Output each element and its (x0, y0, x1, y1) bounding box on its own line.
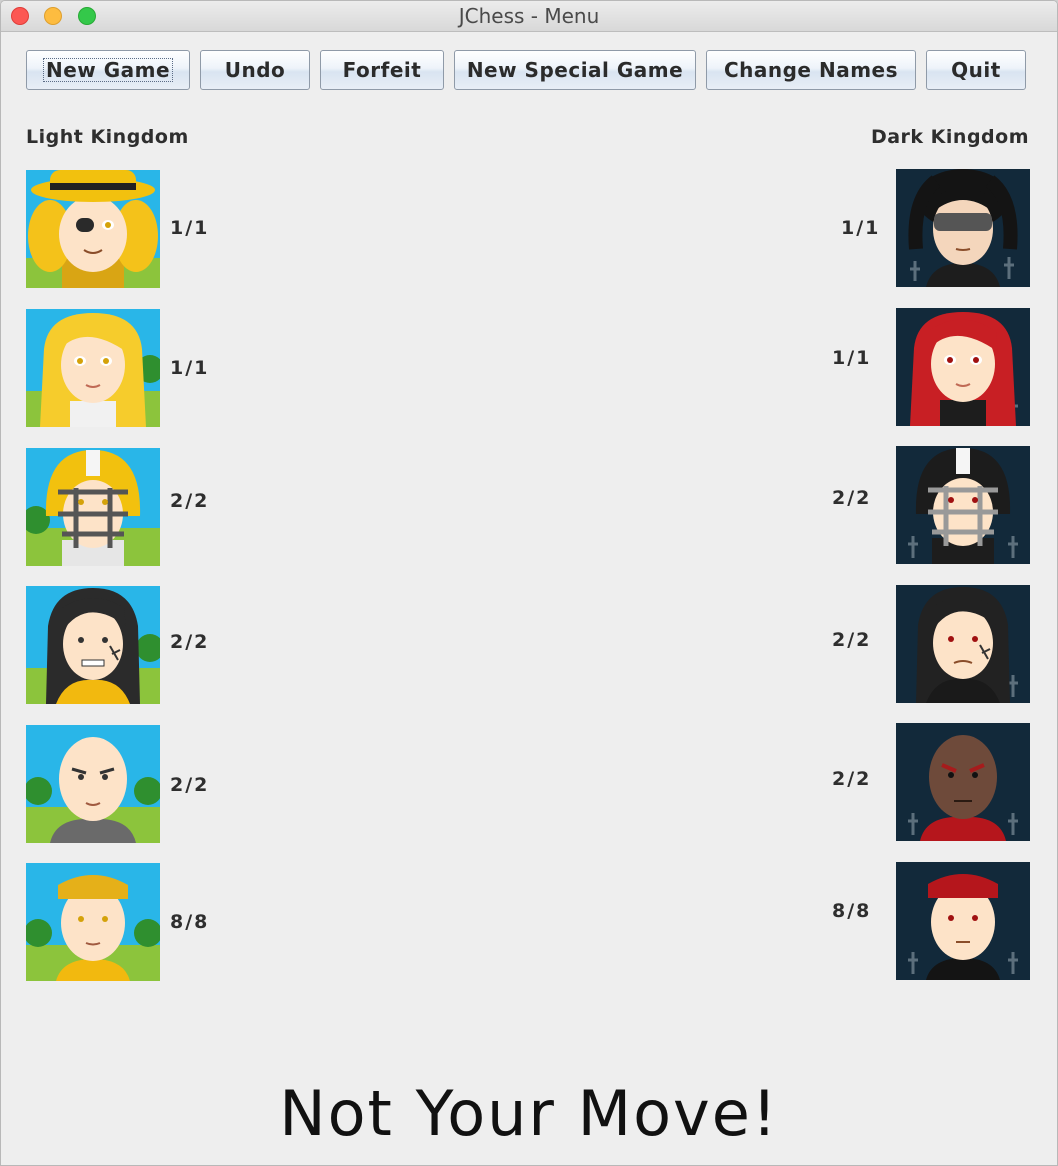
dark-king-avatar (896, 169, 1030, 287)
light-rook-avatar (26, 448, 160, 566)
forfeit-button[interactable]: Forfeit (320, 50, 444, 90)
red-haired-queen-avatar-icon (896, 308, 1030, 426)
undo-label: Undo (224, 58, 286, 82)
new-special-game-label: New Special Game (466, 58, 684, 82)
light-queen-avatar (26, 309, 160, 427)
light-queen-count: 1/1 (170, 357, 210, 379)
light-knight-avatar (26, 725, 160, 843)
light-pawn-count: 8/8 (170, 911, 210, 933)
dark-kingdom-title: Dark Kingdom (870, 126, 1029, 148)
sunglasses-avatar-icon (896, 169, 1030, 287)
dark-bishop-count: 2/2 (832, 629, 872, 651)
dark-knight-avatar (896, 723, 1030, 841)
dark-king-count: 1/1 (841, 217, 881, 239)
dark-pawn-avatar (896, 862, 1030, 980)
new-game-button[interactable]: New Game (26, 50, 190, 90)
quit-label: Quit (951, 58, 1001, 82)
light-king-count: 1/1 (170, 217, 210, 239)
dark-rook-count: 2/2 (832, 487, 872, 509)
light-kingdom-title: Light Kingdom (26, 126, 189, 148)
headband-fighter-avatar-icon (896, 862, 1030, 980)
dark-haired-scarred-avatar-icon (896, 585, 1030, 703)
headband-fighter-avatar-icon (26, 863, 160, 981)
bald-monk-avatar-icon (896, 723, 1030, 841)
title-bar[interactable]: JChess - Menu (1, 1, 1057, 32)
eyepatch-pirate-avatar-icon (26, 170, 160, 288)
light-king-avatar (26, 170, 160, 288)
football-helmet-avatar-icon (896, 446, 1030, 564)
light-pawn-avatar (26, 863, 160, 981)
dark-haired-scarred-avatar-icon (26, 586, 160, 704)
new-game-label: New Game (42, 58, 174, 82)
dark-queen-count: 1/1 (832, 347, 872, 369)
window-title: JChess - Menu (458, 4, 600, 28)
dark-rook-avatar (896, 446, 1030, 564)
quit-button[interactable]: Quit (926, 50, 1026, 90)
status-message: Not Your Move! (279, 1077, 779, 1150)
new-special-game-button[interactable]: New Special Game (454, 50, 696, 90)
light-rook-count: 2/2 (170, 490, 210, 512)
change-names-button[interactable]: Change Names (706, 50, 916, 90)
menu-toolbar: New Game Undo Forfeit New Special Game C… (1, 49, 1057, 93)
dark-bishop-avatar (896, 585, 1030, 703)
app-window: JChess - Menu New Game Undo Forfeit New … (0, 0, 1058, 1166)
undo-button[interactable]: Undo (200, 50, 310, 90)
change-names-label: Change Names (723, 58, 899, 82)
dark-knight-count: 2/2 (832, 768, 872, 790)
football-helmet-avatar-icon (26, 448, 160, 566)
dark-queen-avatar (896, 308, 1030, 426)
dark-pawn-count: 8/8 (832, 900, 872, 922)
light-bishop-count: 2/2 (170, 631, 210, 653)
light-bishop-avatar (26, 586, 160, 704)
blonde-queen-avatar-icon (26, 309, 160, 427)
bald-monk-avatar-icon (26, 725, 160, 843)
forfeit-label: Forfeit (342, 58, 422, 82)
light-knight-count: 2/2 (170, 774, 210, 796)
